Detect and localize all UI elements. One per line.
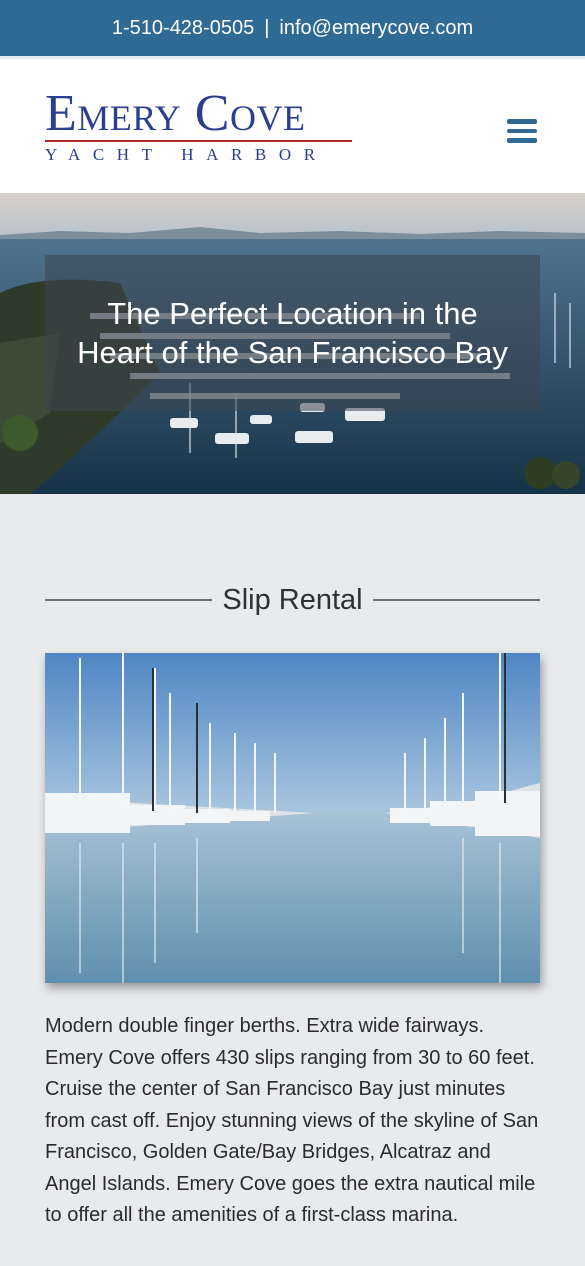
main-content: Slip Rental Modern double finger berths.… [0, 582, 585, 1232]
logo-sub-text: YACHT HARBOR [45, 145, 328, 164]
site-header: Emery Cove YACHT HARBOR [0, 56, 585, 193]
section-title: Slip Rental [222, 583, 363, 616]
contact-separator: | [264, 16, 270, 39]
hero-title: The Perfect Location in the Heart of the… [77, 296, 508, 370]
site-logo[interactable]: Emery Cove YACHT HARBOR [45, 85, 355, 165]
slip-rental-photo [45, 653, 540, 983]
slip-rental-description: Modern double finger berths. Extra wide … [45, 1015, 539, 1226]
email-link[interactable]: info@emerycove.com [279, 17, 473, 40]
hamburger-menu-icon[interactable] [507, 119, 537, 145]
contact-bar: 1-510-428-0505 | info@emerycove.com [0, 0, 585, 56]
logo-main-text: Emery Cove [45, 85, 306, 142]
hero-caption-box: The Perfect Location in the Heart of the… [45, 255, 540, 411]
heading-right-rule [372, 599, 540, 601]
hero-banner: The Perfect Location in the Heart of the… [0, 193, 585, 494]
heading-left-rule [45, 599, 213, 601]
marina-slips-image [45, 653, 540, 983]
section-heading: Slip Rental [45, 582, 540, 618]
phone-link[interactable]: 1-510-428-0505 [112, 17, 254, 40]
